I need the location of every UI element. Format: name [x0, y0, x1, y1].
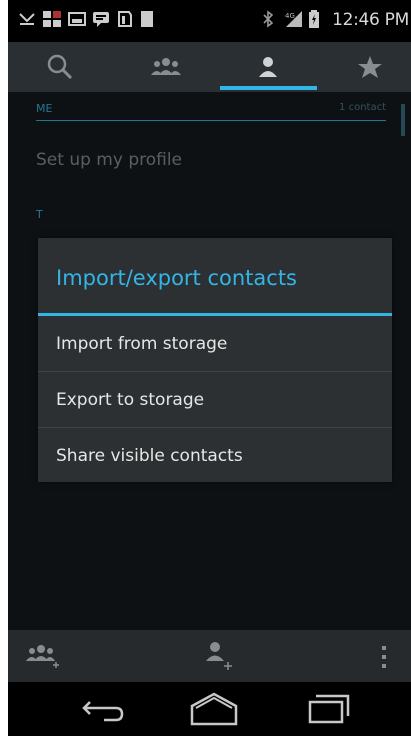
home-icon[interactable]	[186, 690, 242, 728]
export-to-storage-item[interactable]: Export to storage	[38, 372, 392, 427]
missed-call-icon	[19, 13, 35, 25]
tab-bar	[8, 42, 411, 92]
bottom-action-bar	[8, 630, 411, 682]
tab-groups[interactable]	[116, 42, 216, 92]
download-icon	[118, 11, 132, 27]
status-time: 12:46 PM	[332, 10, 409, 30]
star-icon	[358, 56, 382, 78]
image-icon	[68, 12, 86, 26]
search-icon	[47, 54, 73, 80]
tab-contacts[interactable]	[218, 42, 318, 92]
person-icon	[259, 57, 277, 77]
message-icon	[93, 12, 109, 27]
svg-text:4G: 4G	[285, 12, 295, 20]
back-icon[interactable]	[76, 690, 130, 728]
tab-search[interactable]	[10, 42, 110, 92]
navigation-bar	[8, 682, 411, 736]
status-bar: 4G 12:46 PM	[8, 0, 411, 42]
recents-icon[interactable]	[304, 690, 354, 728]
groups-icon	[151, 58, 181, 75]
import-from-storage-item[interactable]: Import from storage	[38, 316, 392, 371]
tab-favorites[interactable]	[320, 42, 411, 92]
share-visible-contacts-item[interactable]: Share visible contacts	[38, 428, 392, 483]
phone-screen: 4G 12:46 PM ME 1 contact Set up my profi…	[8, 0, 411, 736]
storage-icon	[141, 11, 153, 27]
battery-icon	[309, 10, 319, 28]
bbm-icon	[43, 11, 61, 27]
add-group-icon[interactable]	[26, 642, 60, 672]
add-contact-icon[interactable]	[204, 640, 234, 672]
import-export-dialog: Import/export contacts Import from stora…	[38, 238, 392, 482]
signal-icon: 4G	[285, 11, 302, 27]
tab-indicator	[220, 86, 317, 90]
dialog-title: Import/export contacts	[56, 266, 297, 290]
bluetooth-icon	[263, 10, 274, 28]
overflow-menu-icon[interactable]	[380, 644, 388, 670]
